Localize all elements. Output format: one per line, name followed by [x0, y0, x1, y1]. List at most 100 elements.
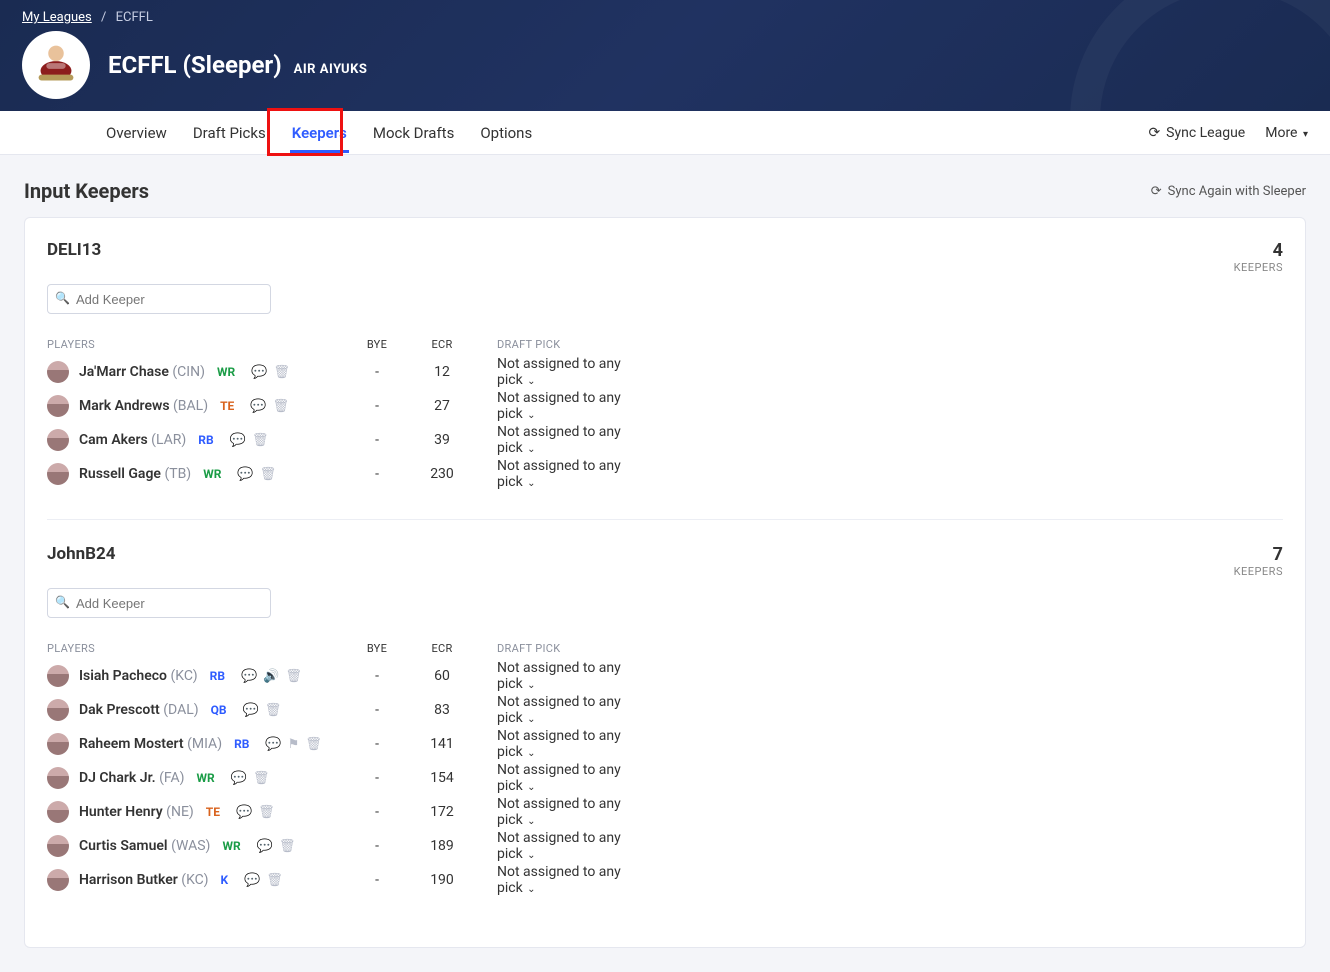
refresh-icon: ⟳	[1148, 125, 1160, 141]
bye-value: -	[347, 770, 407, 786]
player-name[interactable]: DJ Chark Jr. (FA)	[79, 770, 184, 786]
position-badge: QB	[211, 703, 227, 717]
team-block: DELI134KEEPERS🔍PLAYERSBYEECRDRAFT PICKJa…	[47, 240, 1283, 491]
player-headshot	[47, 733, 69, 755]
position-badge: WR	[196, 771, 214, 785]
ecr-value: 230	[407, 466, 477, 482]
bye-value: -	[347, 466, 407, 482]
chevron-down-icon: ⌄	[525, 850, 536, 861]
col-bye: BYE	[347, 642, 407, 655]
breadcrumb: My Leagues / ECFFL	[0, 10, 1330, 31]
note-icon[interactable]: 💬	[230, 433, 246, 448]
league-avatar	[22, 31, 90, 99]
trash-icon[interactable]: 🗑	[272, 399, 289, 414]
trash-icon[interactable]: 🗑	[252, 433, 269, 448]
player-name[interactable]: Cam Akers (LAR)	[79, 432, 186, 448]
player-name[interactable]: Raheem Mostert (MIA)	[79, 736, 222, 752]
player-name[interactable]: Harrison Butker (KC)	[79, 872, 208, 888]
player-headshot	[47, 801, 69, 823]
player-name[interactable]: Hunter Henry (NE)	[79, 804, 194, 820]
player-name[interactable]: Isiah Pacheco (KC)	[79, 668, 198, 684]
keeper-count: 4	[1234, 240, 1283, 261]
note-icon[interactable]: 💬	[236, 805, 252, 820]
keeper-count-label: KEEPERS	[1234, 261, 1283, 274]
player-headshot	[47, 395, 69, 417]
player-name[interactable]: Mark Andrews (BAL)	[79, 398, 208, 414]
draft-pick-select[interactable]: Not assigned to any pick	[497, 424, 621, 456]
team-owner: DELI13	[47, 240, 101, 260]
trash-icon[interactable]: 🗑	[265, 703, 282, 718]
note-icon[interactable]: 💬	[237, 467, 253, 482]
draft-pick-select[interactable]: Not assigned to any pick	[497, 830, 621, 862]
position-badge: RB	[210, 669, 225, 683]
tab-options[interactable]: Options	[478, 114, 534, 152]
player-headshot	[47, 665, 69, 687]
chevron-down-icon: ⌄	[525, 782, 536, 793]
note-icon[interactable]: 💬	[243, 703, 259, 718]
ecr-value: 39	[407, 432, 477, 448]
trash-icon[interactable]: 🗑	[253, 771, 270, 786]
player-name[interactable]: Russell Gage (TB)	[79, 466, 191, 482]
draft-pick-select[interactable]: Not assigned to any pick	[497, 796, 621, 828]
keeper-row: Hunter Henry (NE)TE💬🗑-172Not assigned to…	[47, 795, 637, 829]
col-players: PLAYERS	[47, 338, 347, 351]
draft-pick-select[interactable]: Not assigned to any pick	[497, 728, 621, 760]
trash-icon[interactable]: 🗑	[266, 873, 283, 888]
draft-pick-select[interactable]: Not assigned to any pick	[497, 458, 621, 490]
player-headshot	[47, 463, 69, 485]
player-name[interactable]: Curtis Samuel (WAS)	[79, 838, 210, 854]
flag-icon[interactable]: ⚑	[288, 737, 300, 752]
chevron-down-icon: ⌄	[525, 444, 536, 455]
trash-icon[interactable]: 🗑	[305, 737, 322, 752]
draft-pick-select[interactable]: Not assigned to any pick	[497, 660, 621, 692]
note-icon[interactable]: 💬	[250, 399, 266, 414]
chevron-down-icon: ⌄	[525, 748, 536, 759]
draft-pick-select[interactable]: Not assigned to any pick	[497, 390, 621, 422]
tab-draft-picks[interactable]: Draft Picks	[191, 114, 268, 152]
sound-icon[interactable]: 🔊	[263, 669, 279, 684]
add-keeper-input[interactable]	[47, 284, 271, 314]
trash-icon[interactable]: 🗑	[285, 669, 302, 684]
keeper-row: Raheem Mostert (MIA)RB💬⚑🗑-141Not assigne…	[47, 727, 637, 761]
keeper-row: DJ Chark Jr. (FA) WR 💬 🗑 -154 Not assigned to…	[47, 761, 637, 795]
chevron-down-icon: ▾	[1303, 129, 1308, 140]
keeper-row: Isiah Pacheco (KC)RB💬🔊🗑-60Not assigned t…	[47, 659, 637, 693]
trash-icon[interactable]: 🗑	[279, 839, 296, 854]
draft-pick-select[interactable]: Not assigned to any pick	[497, 762, 621, 794]
note-icon[interactable]: 💬	[231, 771, 247, 786]
note-icon[interactable]: 💬	[241, 669, 257, 684]
player-name[interactable]: Dak Prescott (DAL)	[79, 702, 199, 718]
ecr-value: 27	[407, 398, 477, 414]
note-icon[interactable]: 💬	[265, 737, 281, 752]
note-icon[interactable]: 💬	[244, 873, 260, 888]
bye-value: -	[347, 398, 407, 414]
chevron-down-icon: ⌄	[525, 714, 536, 725]
bye-value: -	[347, 804, 407, 820]
draft-pick-select[interactable]: Not assigned to any pick	[497, 694, 621, 726]
keeper-row: Curtis Samuel (WAS)WR💬🗑-189Not assigned …	[47, 829, 637, 863]
trash-icon[interactable]: 🗑	[273, 365, 290, 380]
tab-mock-drafts[interactable]: Mock Drafts	[371, 114, 456, 152]
trash-icon[interactable]: 🗑	[258, 805, 275, 820]
breadcrumb-root[interactable]: My Leagues	[22, 10, 92, 25]
position-badge: WR	[217, 365, 235, 379]
tab-overview[interactable]: Overview	[104, 114, 169, 152]
more-menu[interactable]: More ▾	[1265, 125, 1308, 141]
trash-icon[interactable]: 🗑	[260, 467, 277, 482]
team-block: JohnB247KEEPERS🔍PLAYERSBYEECRDRAFT PICKI…	[47, 544, 1283, 897]
draft-pick-select[interactable]: Not assigned to any pick	[497, 356, 621, 388]
sync-league-button[interactable]: ⟳ Sync League	[1148, 125, 1245, 141]
position-badge: TE	[206, 805, 220, 819]
add-keeper-input[interactable]	[47, 588, 271, 618]
draft-pick-select[interactable]: Not assigned to any pick	[497, 864, 621, 896]
player-name[interactable]: Ja'Marr Chase (CIN)	[79, 364, 205, 380]
ecr-value: 154	[407, 770, 477, 786]
bye-value: -	[347, 838, 407, 854]
note-icon[interactable]: 💬	[251, 365, 267, 380]
sync-again-button[interactable]: ⟳ Sync Again with Sleeper	[1151, 184, 1306, 199]
tab-keepers[interactable]: Keepers	[290, 114, 349, 152]
ecr-value: 83	[407, 702, 477, 718]
player-headshot	[47, 361, 69, 383]
keeper-row: Ja'Marr Chase (CIN)WR💬🗑-12Not assigned t…	[47, 355, 637, 389]
note-icon[interactable]: 💬	[257, 839, 273, 854]
